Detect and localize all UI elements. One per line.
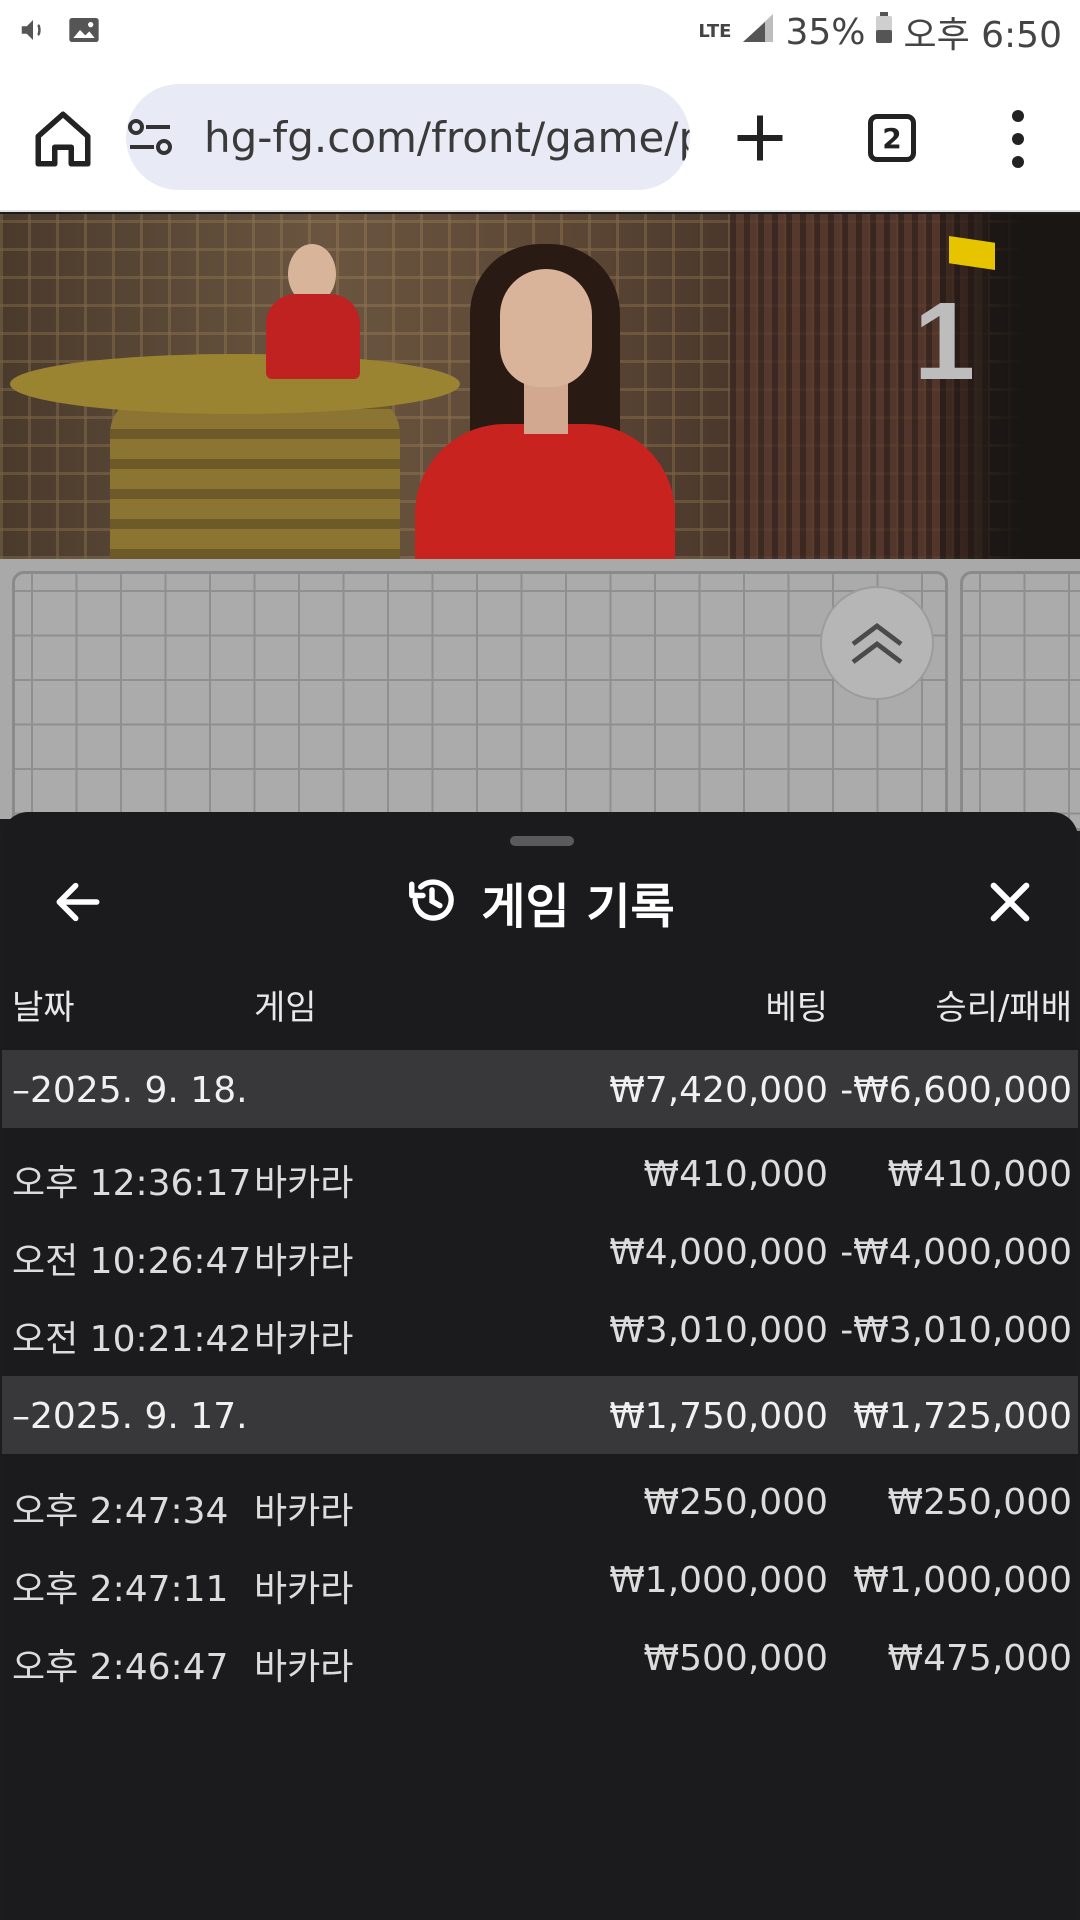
- home-button[interactable]: [30, 106, 96, 172]
- table-header: 날짜 게임 베팅 승리/패배: [2, 980, 1078, 1036]
- roadmap-area: [0, 559, 1080, 831]
- row-win-loss: ₩410,000: [887, 1154, 1072, 1195]
- row-time: 오전 10:21:42: [12, 1319, 252, 1360]
- tab-switcher-button[interactable]: 2: [868, 114, 916, 162]
- column-header-win-loss[interactable]: 승리/패배: [935, 980, 1072, 1029]
- row-bet: ₩4,000,000: [609, 1232, 828, 1273]
- battery-percent: 35%: [785, 11, 866, 53]
- row-win-loss: ₩1,000,000: [853, 1560, 1072, 1601]
- group-bet-total: ₩7,420,000: [609, 1070, 828, 1111]
- dealer-figure: [400, 244, 690, 559]
- row-game: 바카라: [254, 1491, 354, 1532]
- more-menu-icon[interactable]: [1000, 104, 1036, 174]
- date-group-header[interactable]: –2025. 9. 18. ₩7,420,000 -₩6,600,000: [2, 1050, 1078, 1128]
- status-bar: LTE 35% 오후 6:50: [0, 0, 1080, 64]
- close-icon[interactable]: [982, 874, 1038, 930]
- roadmap-grid-secondary: [960, 571, 1080, 831]
- table-row[interactable]: 오후 2:47:11 바카라 ₩1,000,000 ₩1,000,000: [2, 1540, 1078, 1618]
- history-icon: [405, 873, 459, 931]
- row-time: 오후 2:47:11: [12, 1569, 229, 1610]
- row-win-loss: ₩475,000: [887, 1638, 1072, 1679]
- row-bet: ₩3,010,000: [609, 1310, 828, 1351]
- round-number: 1: [913, 280, 975, 403]
- row-time: 오후 12:36:17: [12, 1163, 252, 1204]
- signal-icon: [741, 12, 775, 53]
- row-bet: ₩500,000: [643, 1638, 828, 1679]
- group-win-loss-total: -₩6,600,000: [840, 1070, 1072, 1111]
- row-game: 바카라: [254, 1163, 354, 1204]
- browser-toolbar: hg-fg.com/front/game/p 2: [0, 64, 1080, 212]
- column-header-game[interactable]: 게임: [254, 980, 317, 1029]
- row-time: 오후 2:46:47: [12, 1647, 229, 1688]
- game-history-sheet: 게임 기록 날짜 게임 베팅 승리/패배 –2025. 9. 18. ₩7,42…: [2, 812, 1078, 1920]
- scroll-up-button[interactable]: [820, 586, 934, 700]
- table-row[interactable]: 오전 10:21:42 바카라 ₩3,010,000 -₩3,010,000: [2, 1290, 1078, 1368]
- table-row[interactable]: 오후 12:36:17 바카라 ₩410,000 ₩410,000: [2, 1134, 1078, 1212]
- image-notification-icon: [68, 15, 100, 49]
- row-bet: ₩250,000: [643, 1482, 828, 1523]
- roadmap-grid: [12, 571, 948, 831]
- column-header-date[interactable]: 날짜: [12, 980, 75, 1029]
- site-settings-icon[interactable]: [126, 84, 180, 190]
- row-win-loss: -₩4,000,000: [840, 1232, 1072, 1273]
- group-date: –2025. 9. 17.: [12, 1396, 248, 1437]
- row-game: 바카라: [254, 1319, 354, 1360]
- row-win-loss: -₩3,010,000: [840, 1310, 1072, 1351]
- date-group-header[interactable]: –2025. 9. 17. ₩1,750,000 ₩1,725,000: [2, 1376, 1078, 1454]
- row-win-loss: ₩250,000: [887, 1482, 1072, 1523]
- row-game: 바카라: [254, 1569, 354, 1610]
- row-bet: ₩1,000,000: [609, 1560, 828, 1601]
- group-win-loss-total: ₩1,725,000: [853, 1396, 1072, 1437]
- network-type: LTE: [698, 21, 732, 42]
- clock: 오후 6:50: [903, 15, 1062, 56]
- row-time: 오전 10:26:47: [12, 1241, 252, 1282]
- table-row[interactable]: 오전 10:26:47 바카라 ₩4,000,000 -₩4,000,000: [2, 1212, 1078, 1290]
- table-row[interactable]: 오후 2:47:34 바카라 ₩250,000 ₩250,000: [2, 1462, 1078, 1540]
- group-bet-total: ₩1,750,000: [609, 1396, 828, 1437]
- sheet-title: 게임 기록: [481, 879, 675, 935]
- volume-icon: [18, 15, 48, 49]
- live-video-stream[interactable]: 1: [0, 214, 1080, 559]
- row-game: 바카라: [254, 1241, 354, 1282]
- row-game: 바카라: [254, 1647, 354, 1688]
- url-text[interactable]: hg-fg.com/front/game/p: [204, 113, 690, 162]
- row-bet: ₩410,000: [643, 1154, 828, 1195]
- sheet-drag-handle[interactable]: [510, 836, 574, 846]
- new-tab-button[interactable]: [730, 108, 790, 168]
- address-bar[interactable]: hg-fg.com/front/game/p: [126, 84, 690, 190]
- battery-icon: [875, 11, 893, 53]
- row-time: 오후 2:47:34: [12, 1491, 229, 1532]
- column-header-bet[interactable]: 베팅: [765, 980, 828, 1029]
- group-date: –2025. 9. 18.: [12, 1070, 248, 1111]
- table-row[interactable]: 오후 2:46:47 바카라 ₩500,000 ₩475,000: [2, 1618, 1078, 1696]
